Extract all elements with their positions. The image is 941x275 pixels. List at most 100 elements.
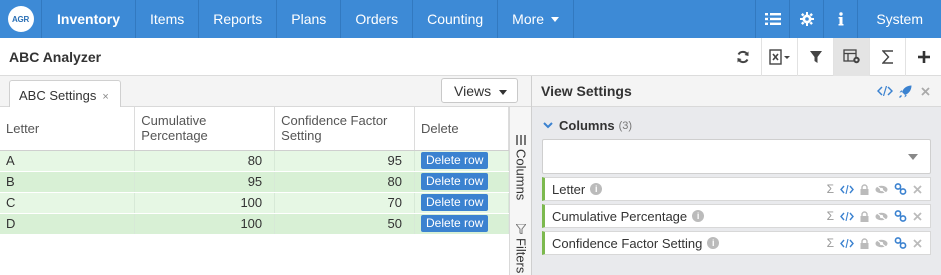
column-item-label: Cumulative Percentage: [552, 208, 688, 224]
remove-icon[interactable]: [913, 238, 922, 248]
link-icon[interactable]: [894, 210, 907, 222]
page-title: ABC Analyzer: [9, 48, 102, 65]
code-icon[interactable]: [875, 86, 895, 96]
nav-system[interactable]: System: [857, 0, 941, 38]
page-toolbar: ABC Analyzer: [0, 37, 941, 76]
sum-icon[interactable]: Σ: [827, 182, 834, 196]
views-label: Views: [454, 83, 492, 99]
sum-icon[interactable]: Σ: [827, 209, 834, 223]
side-label-columns: Columns: [513, 149, 529, 201]
link-icon[interactable]: [894, 237, 907, 249]
add-column-select[interactable]: [542, 139, 931, 174]
nav-item-counting[interactable]: Counting: [413, 0, 499, 38]
eye-slash-icon[interactable]: [875, 184, 888, 194]
columns-icon: [516, 135, 526, 145]
side-tab-filters[interactable]: Filters: [510, 224, 532, 273]
nav-item-more[interactable]: More: [498, 0, 575, 38]
column-item-letter[interactable]: Letter i Σ: [542, 177, 931, 201]
cell-cumulative[interactable]: 95: [134, 171, 276, 193]
cell-letter[interactable]: B: [0, 171, 136, 193]
columns-count: (3): [618, 119, 633, 132]
cell-cumulative[interactable]: 100: [134, 213, 276, 235]
lock-icon[interactable]: [860, 183, 869, 195]
delete-row-button[interactable]: Delete row: [421, 152, 489, 169]
delete-row-button[interactable]: Delete row: [421, 173, 489, 190]
remove-icon[interactable]: [913, 211, 922, 221]
nav-item-reports[interactable]: Reports: [199, 0, 278, 38]
cell-confidence[interactable]: 80: [274, 171, 416, 193]
grid-side-bar: Columns Filters: [509, 107, 531, 275]
list-settings-icon[interactable]: [755, 0, 789, 38]
cell-cumulative[interactable]: 100: [134, 192, 276, 214]
refresh-icon[interactable]: [725, 38, 761, 76]
lock-icon[interactable]: [860, 237, 869, 249]
column-item-label: Confidence Factor Setting: [552, 235, 703, 251]
sum-icon[interactable]: Σ: [827, 236, 834, 250]
filter-icon: [516, 224, 526, 234]
cell-letter[interactable]: C: [0, 192, 136, 214]
column-item-confidence-factor-setting[interactable]: Confidence Factor Setting i Σ: [542, 231, 931, 255]
cell-confidence[interactable]: 70: [274, 192, 416, 214]
column-header-letter[interactable]: Letter: [0, 107, 136, 151]
eye-slash-icon[interactable]: [875, 211, 888, 221]
columns-section-title: Columns: [559, 118, 615, 133]
nav-more-label: More: [512, 11, 545, 27]
abc-settings-table: Letter Cumulative Percentage Confidence …: [0, 107, 509, 235]
info-icon[interactable]: i: [590, 183, 603, 195]
column-header-confidence[interactable]: Confidence Factor Setting: [274, 107, 416, 151]
views-dropdown[interactable]: Views: [441, 78, 518, 103]
table-row[interactable]: A 80 95 Delete row: [0, 150, 509, 172]
view-settings-title: View Settings: [541, 83, 632, 99]
code-icon[interactable]: [840, 211, 854, 221]
remove-icon[interactable]: [913, 184, 922, 194]
chevron-down-icon: [543, 122, 553, 129]
nav-brand-inventory[interactable]: Inventory: [42, 0, 137, 38]
top-nav: AGR Inventory Items Reports Plans Orders…: [0, 0, 941, 38]
info-icon[interactable]: i: [707, 237, 720, 249]
sum-icon[interactable]: [869, 37, 905, 76]
filter-icon[interactable]: [797, 37, 833, 76]
nav-item-plans[interactable]: Plans: [277, 0, 342, 38]
column-header-cumulative[interactable]: Cumulative Percentage: [134, 107, 276, 151]
code-icon[interactable]: [840, 238, 854, 248]
info-icon[interactable]: [823, 0, 857, 38]
nav-item-orders[interactable]: Orders: [341, 0, 414, 38]
code-icon[interactable]: [840, 184, 854, 194]
nav-item-items[interactable]: Items: [136, 0, 200, 38]
table-row[interactable]: B 95 80 Delete row: [0, 171, 509, 193]
gear-icon[interactable]: [789, 0, 823, 38]
columns-section-header[interactable]: Columns (3): [543, 118, 931, 133]
lock-icon[interactable]: [860, 210, 869, 222]
close-icon[interactable]: [915, 86, 935, 96]
view-settings-icon[interactable]: [833, 37, 869, 76]
table-row[interactable]: C 100 70 Delete row: [0, 192, 509, 214]
tab-label: ABC Settings: [19, 88, 97, 103]
delete-row-button[interactable]: Delete row: [421, 194, 489, 211]
cell-letter[interactable]: A: [0, 150, 136, 172]
caret-down-icon: [908, 154, 918, 160]
info-icon[interactable]: i: [692, 210, 705, 222]
side-label-filters: Filters: [513, 238, 529, 274]
close-icon[interactable]: ×: [102, 91, 108, 103]
logo-badge: AGR: [7, 6, 34, 32]
link-icon[interactable]: [894, 183, 907, 195]
rocket-icon[interactable]: [895, 85, 915, 98]
grid-panel: ABC Settings × Views Letter Cumulative Pe…: [0, 76, 531, 275]
tab-abc-settings[interactable]: ABC Settings ×: [9, 80, 121, 108]
cell-confidence[interactable]: 50: [274, 213, 416, 235]
table-row[interactable]: D 100 50 Delete row: [0, 213, 509, 235]
eye-slash-icon[interactable]: [875, 238, 888, 248]
excel-export-icon[interactable]: [761, 37, 797, 76]
side-tab-columns[interactable]: Columns: [510, 135, 532, 200]
column-header-delete[interactable]: Delete: [414, 107, 509, 151]
cell-cumulative[interactable]: 80: [134, 150, 276, 172]
caret-down-icon: [551, 16, 560, 22]
view-settings-panel: View Settings Columns (3) Letter i Σ Cum…: [531, 76, 941, 275]
cell-letter[interactable]: D: [0, 213, 136, 235]
app-logo[interactable]: AGR: [0, 0, 42, 38]
column-item-cumulative-percentage[interactable]: Cumulative Percentage i Σ: [542, 204, 931, 228]
add-icon[interactable]: [905, 37, 941, 76]
cell-confidence[interactable]: 95: [274, 150, 416, 172]
column-item-label: Letter: [552, 181, 586, 197]
delete-row-button[interactable]: Delete row: [421, 215, 489, 232]
